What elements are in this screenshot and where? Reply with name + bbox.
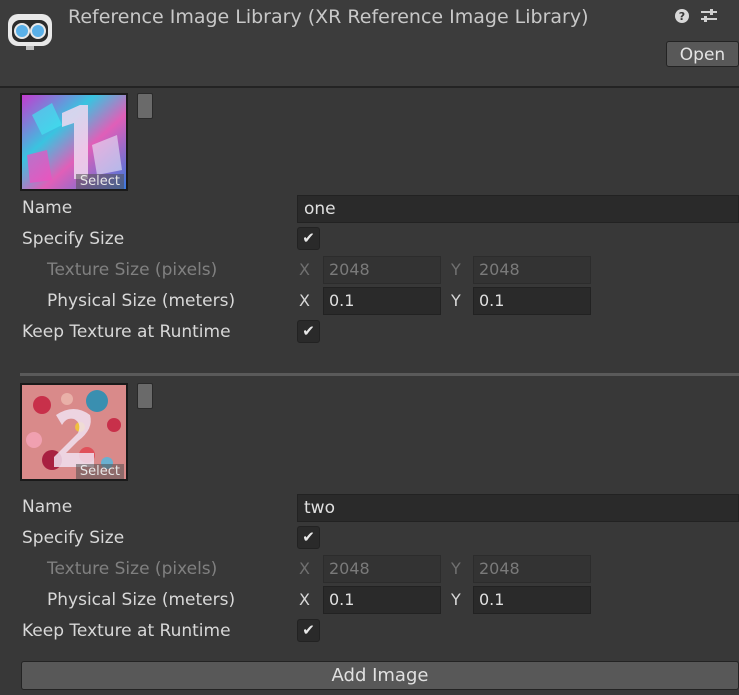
settings-sliders-icon[interactable] <box>700 8 718 24</box>
texture-size-y-field: 2048 <box>473 555 591 583</box>
physical-size-x-label: X <box>299 291 310 310</box>
inspector-header: Reference Image Library (XR Reference Im… <box>0 0 739 88</box>
add-image-button[interactable]: Add Image <box>21 661 739 690</box>
specify-size-checkbox[interactable]: ✔ <box>297 526 320 549</box>
reference-image-entry: Select Name two Specify Size ✔ Texture S… <box>0 378 739 655</box>
physical-size-x-field[interactable]: 0.1 <box>323 287 441 315</box>
specify-size-label: Specify Size <box>22 229 125 249</box>
texture-size-x-label: X <box>299 559 310 578</box>
keep-texture-checkbox[interactable]: ✔ <box>297 619 320 642</box>
physical-size-x-field[interactable]: 0.1 <box>323 586 441 614</box>
color-swatch[interactable] <box>137 383 153 409</box>
texture-size-x-label: X <box>299 260 310 279</box>
color-swatch[interactable] <box>137 93 153 119</box>
physical-size-label: Physical Size (meters) <box>47 291 236 311</box>
texture-size-label: Texture Size (pixels) <box>47 559 218 579</box>
specify-size-label: Specify Size <box>22 528 125 548</box>
entry-divider <box>20 373 739 376</box>
texture-size-x-field: 2048 <box>323 256 441 284</box>
physical-size-y-label: Y <box>451 291 461 310</box>
texture-size-label: Texture Size (pixels) <box>47 260 218 280</box>
keep-texture-label: Keep Texture at Runtime <box>22 322 231 342</box>
reference-image-entry: Select Name one Specify Size ✔ Texture S… <box>0 88 739 370</box>
texture-size-y-field: 2048 <box>473 256 591 284</box>
xr-headset-icon <box>6 10 54 52</box>
name-field[interactable]: two <box>297 494 739 522</box>
keep-texture-checkbox[interactable]: ✔ <box>297 320 320 343</box>
inspector-title: Reference Image Library (XR Reference Im… <box>68 6 589 28</box>
texture-size-y-label: Y <box>451 559 461 578</box>
texture-size-x-field: 2048 <box>323 555 441 583</box>
reference-image-library-inspector: Reference Image Library (XR Reference Im… <box>0 0 739 695</box>
physical-size-x-label: X <box>299 590 310 609</box>
physical-size-y-field[interactable]: 0.1 <box>473 586 591 614</box>
svg-text:?: ? <box>679 10 685 23</box>
name-field[interactable]: one <box>297 195 739 223</box>
texture-size-y-label: Y <box>451 260 461 279</box>
texture-thumbnail[interactable]: Select <box>20 93 128 191</box>
select-texture-label[interactable]: Select <box>75 464 124 479</box>
physical-size-y-label: Y <box>451 590 461 609</box>
texture-thumbnail[interactable]: Select <box>20 383 128 481</box>
physical-size-label: Physical Size (meters) <box>47 590 236 610</box>
specify-size-checkbox[interactable]: ✔ <box>297 227 320 250</box>
physical-size-y-field[interactable]: 0.1 <box>473 287 591 315</box>
select-texture-label[interactable]: Select <box>75 174 124 189</box>
help-icon[interactable]: ? <box>674 8 690 24</box>
name-label: Name <box>22 198 73 218</box>
keep-texture-label: Keep Texture at Runtime <box>22 621 231 641</box>
open-button[interactable]: Open <box>666 41 739 67</box>
name-label: Name <box>22 497 73 517</box>
